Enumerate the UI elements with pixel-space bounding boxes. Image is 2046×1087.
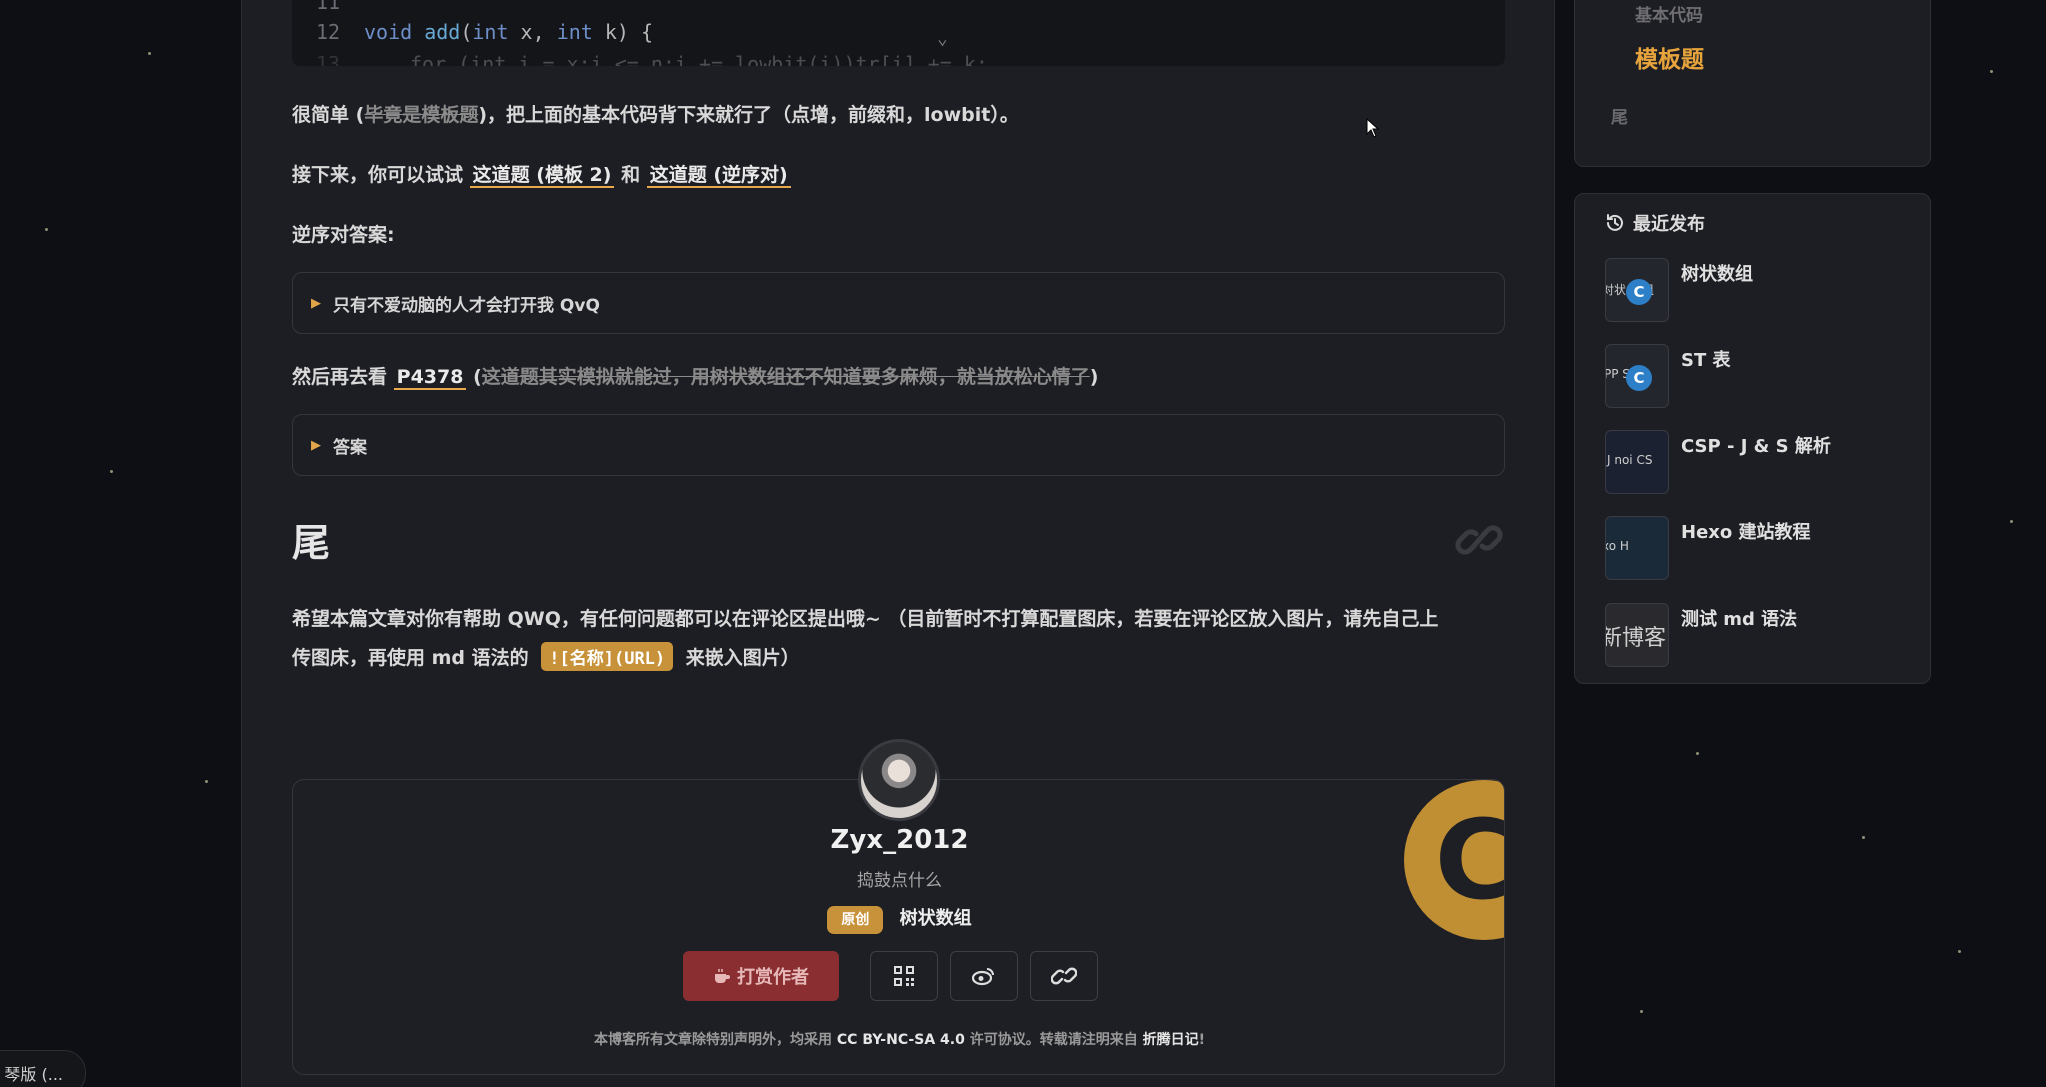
version-pill[interactable]: 琴版 (... <box>0 1050 86 1087</box>
qrcode-button[interactable] <box>870 951 938 1001</box>
recent-title-label: 最近发布 <box>1633 214 1705 235</box>
toc-item-basic-code[interactable]: 基本代码 <box>1635 1 1703 26</box>
recent-post-item[interactable]: 新博客 测试 md 语法 <box>1605 603 1915 667</box>
code-line: for (int i = x;i <= n;i += lowbit(i))tr[… <box>410 52 988 66</box>
post-title: 树状数组 <box>899 908 972 929</box>
table-of-contents: 基本代码 模板题 尾 <box>1574 0 1931 167</box>
post-thumbnail: -J noi CS <box>1605 430 1669 494</box>
recent-post-item[interactable]: xo H Hexo 建站教程 <box>1605 516 1915 580</box>
text: ( <box>473 366 482 388</box>
paragraph-next: 接下来，你可以试试 这道题 (模板 2) 和 这道题 (逆序对) <box>292 160 791 188</box>
text: 接下来，你可以试试 <box>292 164 464 186</box>
post-thumbnail: 新博客 <box>1605 603 1669 667</box>
author-card: C Zyx_2012 捣鼓点什么 原创 树状数组 打赏作者 本博客所有文章除特别… <box>292 779 1505 1075</box>
text: 传图床，再使用 md 语法的 <box>292 647 529 669</box>
thumbnail-text: xo H <box>1606 539 1629 553</box>
history-icon <box>1607 214 1623 231</box>
strikethrough-text: 毕竟是模板题 <box>364 104 479 126</box>
paragraph-intro: 很简单 (毕竟是模板题)，把上面的基本代码背下来就行了（点增，前缀和，lowbi… <box>292 100 1019 127</box>
toc-item-end[interactable]: 尾 <box>1611 103 1628 128</box>
recent-post-item[interactable]: PP ST C ST 表 <box>1605 344 1915 408</box>
link-icon <box>1051 967 1077 985</box>
weibo-icon <box>972 968 994 986</box>
text: ! <box>1198 1032 1205 1048</box>
recent-posts-card: 最近发布 对状 数组 C 树状数组 PP ST C ST 表 -J noi CS… <box>1574 193 1931 684</box>
section-heading: 尾 <box>292 521 331 565</box>
triangle-right-icon: ▶ <box>311 437 321 453</box>
inline-code: ![名称](URL) <box>541 642 674 671</box>
text: )，把上面的基本代码背下来就行了（点增，前缀和，lowbit）。 <box>478 104 1019 126</box>
code-line-number: 13 <box>316 52 341 66</box>
code-block: 11 12 void add(int x, int k) { 13 for (i… <box>292 0 1505 66</box>
recent-post-item[interactable]: -J noi CS CSP - J & S 解析 <box>1605 430 1915 494</box>
thumbnail-text: 新博客 <box>1605 626 1667 651</box>
version-pill-label: 琴版 (... <box>4 1065 63 1084</box>
toc-item-template[interactable]: 模板题 <box>1635 40 1704 74</box>
cpp-logo-icon: C <box>1626 279 1652 305</box>
thumbnail-text: -J noi CS <box>1605 453 1653 467</box>
article-main: 11 12 void add(int x, int k) { 13 for (i… <box>241 0 1555 1087</box>
post-info: 原创 树状数组 <box>293 904 1504 934</box>
post-thumbnail: 对状 数组 C <box>1605 258 1669 322</box>
paragraph-ending-1: 希望本篇文章对你有帮助 QWQ，有任何问题都可以在评论区提出哦~ （目前暂时不打… <box>292 608 1439 630</box>
code-line: void add(int x, int k) { <box>364 20 654 44</box>
recent-post-title[interactable]: CSP - J & S 解析 <box>1681 432 1831 458</box>
text: 很简单 ( <box>292 104 365 126</box>
text: ) <box>1089 366 1099 388</box>
original-badge: 原创 <box>827 906 884 934</box>
recent-posts-title: 最近发布 <box>1605 210 1705 236</box>
author-name: Zyx_2012 <box>830 825 969 855</box>
link-anchor-icon[interactable] <box>1454 522 1504 558</box>
post-thumbnail: PP ST C <box>1605 344 1669 408</box>
license-notice: 本博客所有文章除特别声明外，均采用 CC BY-NC-SA 4.0 许可协议。转… <box>293 1029 1504 1049</box>
post-thumbnail: xo H <box>1605 516 1669 580</box>
qrcode-icon <box>894 966 914 986</box>
link-template-2[interactable]: 这道题 (模板 2) <box>469 164 615 188</box>
mouse-cursor-icon <box>1366 118 1380 138</box>
recent-post-item[interactable]: 对状 数组 C 树状数组 <box>1605 258 1915 322</box>
triangle-right-icon: ▶ <box>311 295 321 311</box>
license-link[interactable]: CC BY-NC-SA 4.0 <box>837 1032 965 1048</box>
paragraph-p4378: 然后再去看 P4378 (这道题其实模拟就能过，用树状数组还不知道要多麻烦，就当… <box>292 362 1099 390</box>
coffee-icon <box>715 969 730 983</box>
text: 然后再去看 <box>292 366 388 388</box>
cpp-logo-icon: C <box>1626 365 1652 391</box>
paragraph-answer-label: 逆序对答案: <box>292 224 395 246</box>
expand-code-icon[interactable]: ⌄ <box>937 28 948 49</box>
recent-post-title[interactable]: 测试 md 语法 <box>1681 605 1797 631</box>
text: 和 <box>621 164 641 186</box>
author-description: 捣鼓点什么 <box>857 871 942 891</box>
text: 本博客所有文章除特别声明外，均采用 <box>594 1032 833 1048</box>
paragraph-ending-2: 传图床，再使用 md 语法的 ![名称](URL) 来嵌入图片） <box>292 642 800 671</box>
strikethrough-text: 这道题其实模拟就能过，用树状数组还不知道要多麻烦，就当放松心情了 <box>481 366 1090 388</box>
code-line-number: 12 <box>316 20 341 44</box>
details-toggle-1[interactable]: ▶ 只有不爱动脑的人才会打开我 QvQ <box>292 272 1505 334</box>
details-summary: 只有不爱动脑的人才会打开我 QvQ <box>333 295 600 316</box>
weibo-share-button[interactable] <box>950 951 1018 1001</box>
details-toggle-2[interactable]: ▶ 答案 <box>292 414 1505 476</box>
link-inversion-pairs[interactable]: 这道题 (逆序对) <box>646 164 791 188</box>
recent-post-title[interactable]: 树状数组 <box>1681 260 1753 286</box>
details-summary: 答案 <box>333 437 367 458</box>
tip-author-button[interactable]: 打赏作者 <box>683 951 839 1001</box>
tip-button-label: 打赏作者 <box>737 967 809 988</box>
recent-post-title[interactable]: Hexo 建站教程 <box>1681 518 1811 544</box>
recent-post-title[interactable]: ST 表 <box>1681 346 1731 372</box>
text: 许可协议。转载请注明来自 <box>969 1032 1138 1048</box>
text: 来嵌入图片） <box>685 647 800 669</box>
site-link[interactable]: 折腾日记 <box>1143 1032 1199 1048</box>
copy-link-button[interactable] <box>1030 951 1098 1001</box>
link-p4378[interactable]: P4378 <box>393 366 467 390</box>
code-line-number: 11 <box>316 0 341 14</box>
avatar[interactable] <box>858 739 940 821</box>
